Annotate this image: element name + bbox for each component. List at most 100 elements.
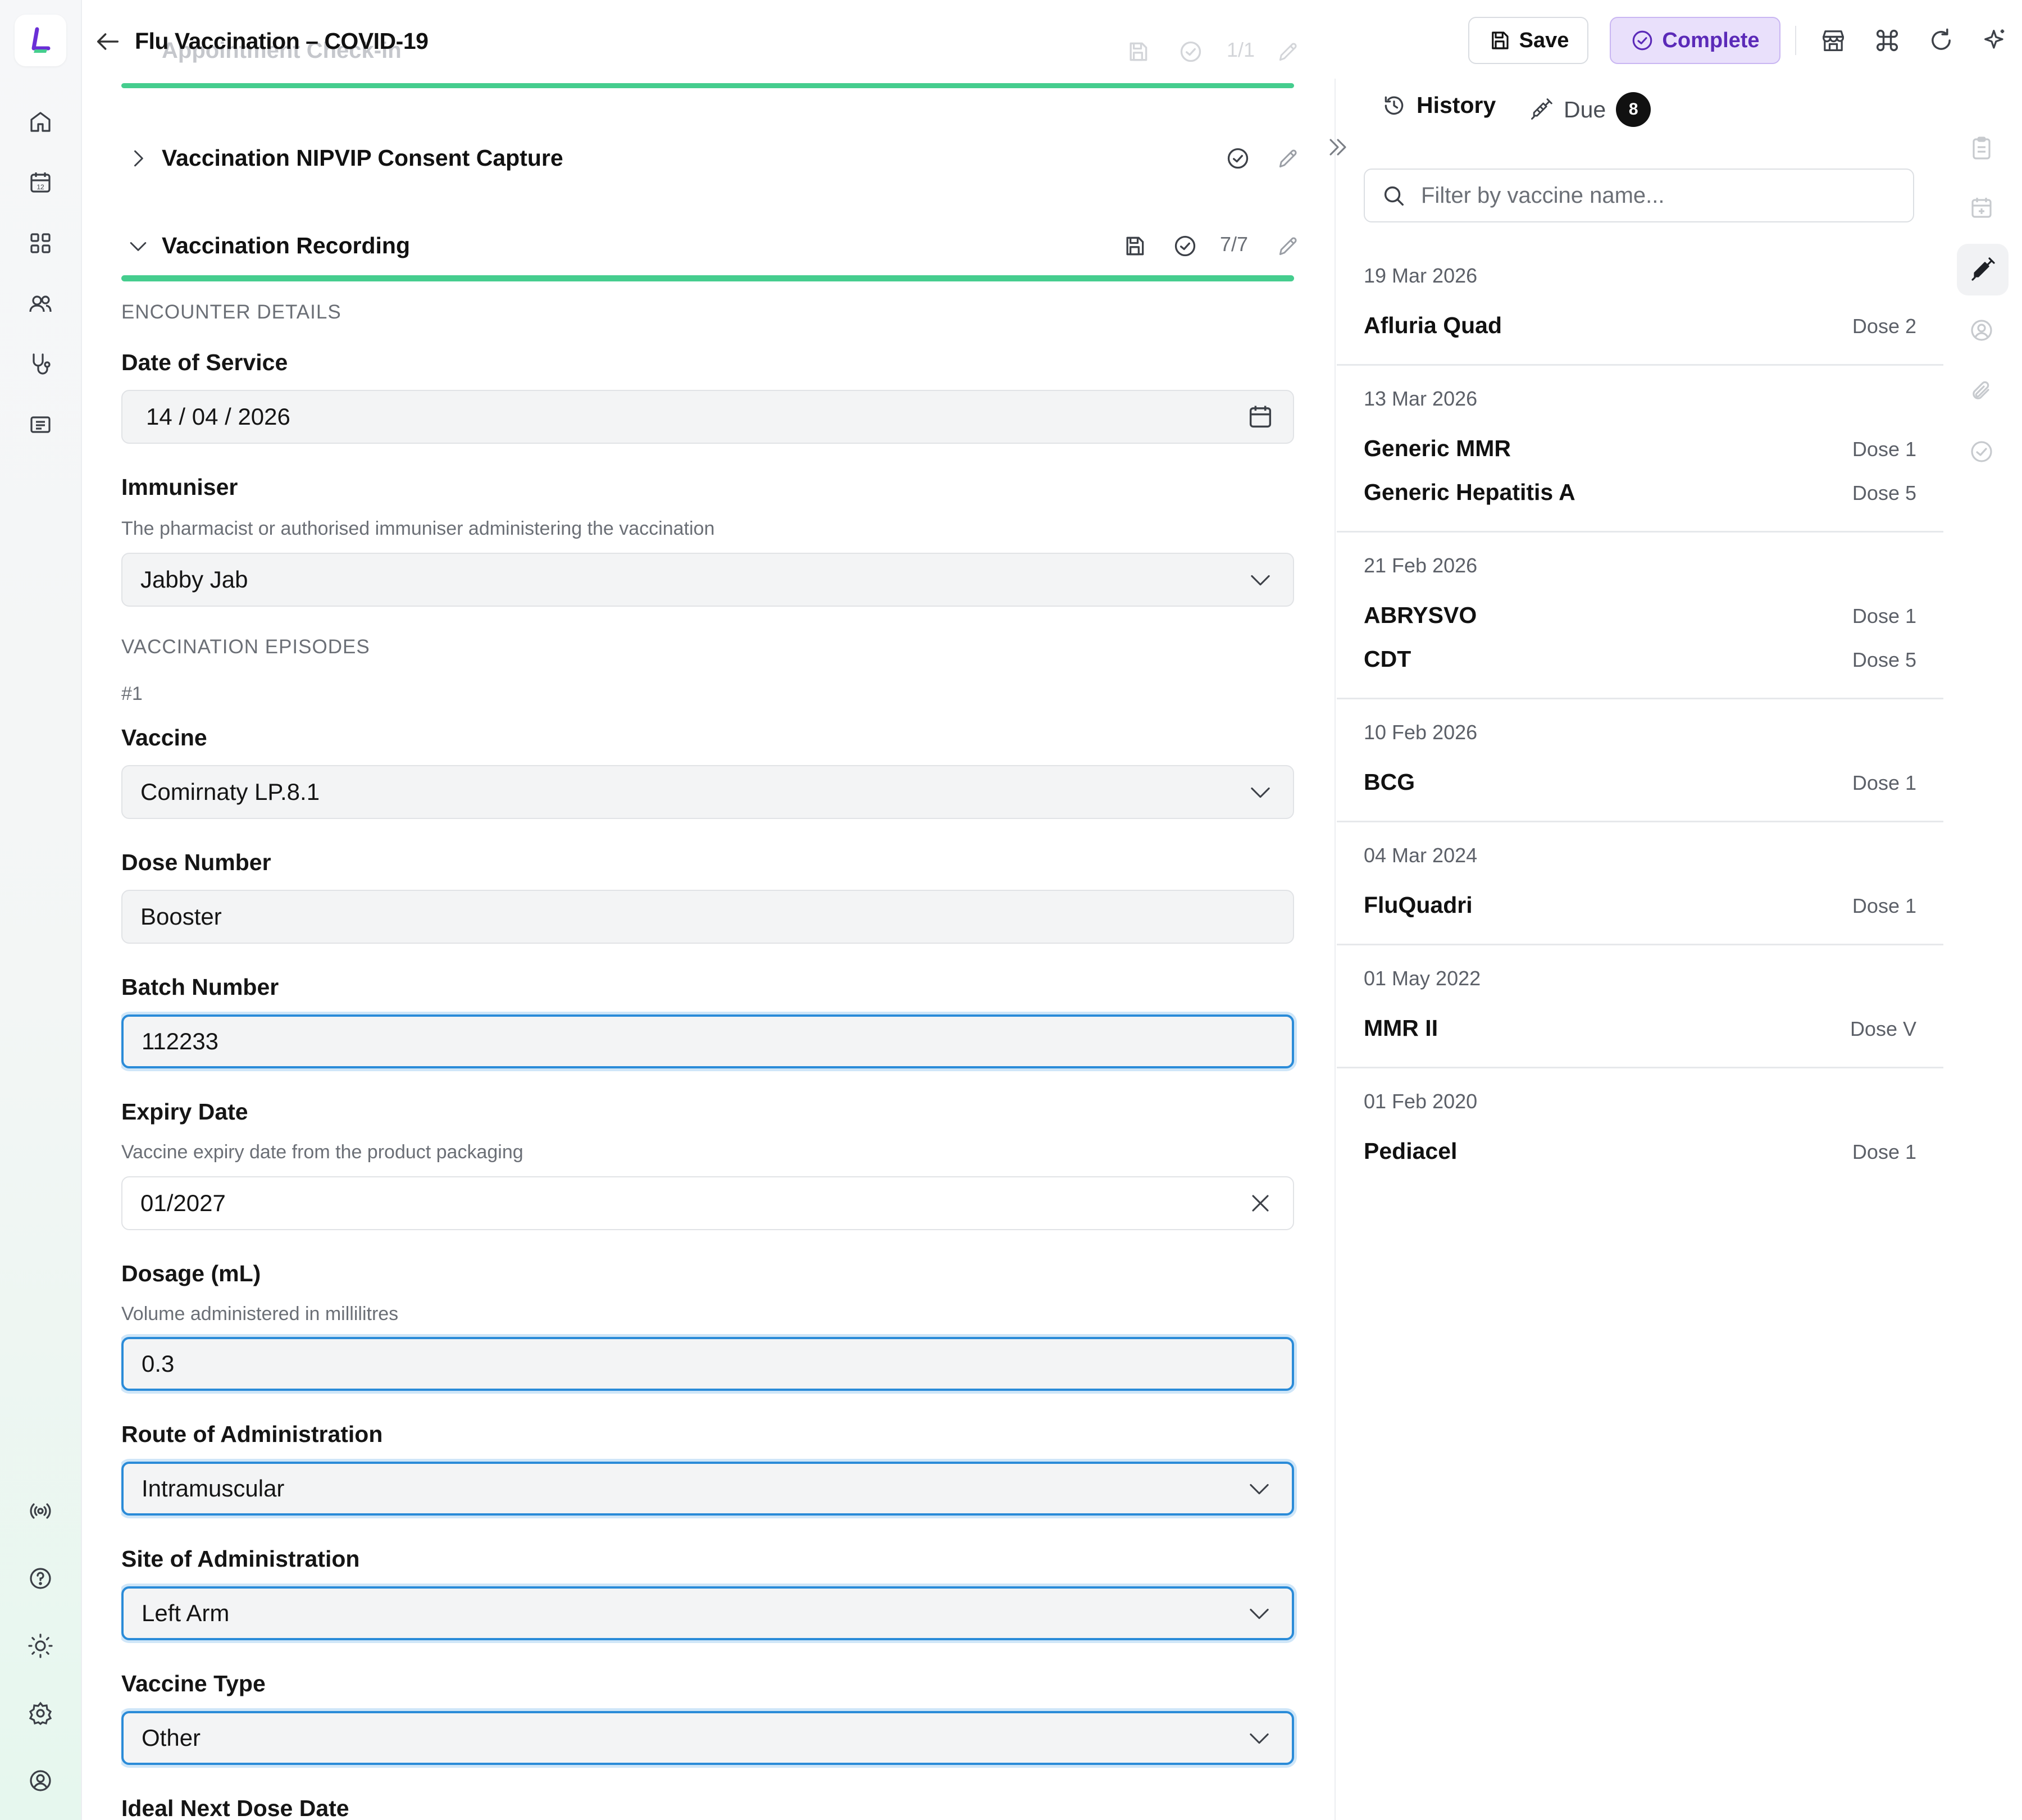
history-item[interactable]: BCG Dose 1: [1364, 769, 1916, 797]
check-circle-icon[interactable]: [1173, 234, 1197, 258]
expiry-date-value: 01/2027: [140, 1190, 226, 1216]
syringe-tab-active[interactable]: [1957, 244, 2009, 295]
search-icon: [1381, 183, 1406, 208]
history-item[interactable]: FluQuadri Dose 1: [1364, 892, 1916, 920]
chevron-right-icon[interactable]: [126, 146, 151, 171]
app-logo[interactable]: [15, 15, 66, 66]
dosage-input[interactable]: 0.3: [121, 1337, 1294, 1391]
dose-label: Dose 1: [1852, 438, 1916, 461]
history-item[interactable]: ABRYSVO Dose 1: [1364, 602, 1916, 630]
history-item[interactable]: CDT Dose 5: [1364, 646, 1916, 674]
vaccine-filter-input[interactable]: [1420, 182, 1897, 209]
store-icon[interactable]: [1819, 26, 1848, 55]
section-vaccination-recording[interactable]: Vaccination Recording 7/7: [121, 224, 1301, 269]
syringe-icon: [1529, 97, 1554, 122]
due-count-badge: 8: [1616, 92, 1651, 127]
route-label: Route of Administration: [121, 1421, 383, 1447]
dose-label: Dose 1: [1852, 771, 1916, 794]
pencil-icon[interactable]: [1276, 234, 1301, 258]
complete-label: Complete: [1662, 28, 1760, 52]
history-date: 01 Feb 2020: [1364, 1090, 1478, 1113]
history-item[interactable]: Afluria Quad Dose 2: [1364, 312, 1916, 340]
grid-icon[interactable]: [24, 226, 57, 260]
syringe-icon: [1969, 256, 1996, 283]
history-item[interactable]: Generic Hepatitis A Dose 5: [1364, 479, 1916, 507]
pencil-icon[interactable]: [1276, 39, 1301, 64]
chevron-down-icon[interactable]: [126, 234, 151, 258]
sun-icon[interactable]: [24, 1629, 57, 1663]
sparkle-icon[interactable]: [1980, 26, 2010, 55]
check-circle-icon[interactable]: [1968, 438, 1995, 465]
double-chevron-right-icon[interactable]: [1323, 133, 1352, 162]
help-icon[interactable]: [24, 1562, 57, 1595]
vaccine-type-select[interactable]: Other: [121, 1711, 1294, 1765]
group-label-episodes: VACCINATION EPISODES: [121, 636, 370, 658]
history-group: 21 Feb 2026 ABRYSVO Dose 1 CDT Dose 5: [1337, 554, 1943, 699]
check-circle-icon[interactable]: [1178, 39, 1203, 64]
immuniser-value: Jabby Jab: [140, 566, 248, 593]
calendar-plus-icon[interactable]: [1968, 194, 1995, 221]
route-value: Intramuscular: [142, 1475, 285, 1502]
tab-history[interactable]: History: [1382, 92, 1496, 119]
history-group: 01 May 2022 MMR II Dose V: [1337, 967, 1943, 1068]
calendar-icon[interactable]: [1246, 402, 1275, 431]
immuniser-select[interactable]: Jabby Jab: [121, 553, 1294, 607]
stethoscope-icon[interactable]: [24, 348, 57, 381]
section-progress-bar: [121, 83, 1294, 88]
history-item[interactable]: MMR II Dose V: [1364, 1015, 1916, 1043]
account-icon[interactable]: [24, 1764, 57, 1798]
dose-label: Dose 1: [1852, 604, 1916, 627]
batch-number-input[interactable]: 112233: [121, 1014, 1294, 1068]
batch-number-label: Batch Number: [121, 974, 279, 1000]
save-button[interactable]: Save: [1468, 17, 1588, 64]
chevron-down-icon: [1245, 1599, 1274, 1628]
back-arrow-icon[interactable]: [93, 27, 122, 56]
save-icon[interactable]: [1122, 234, 1147, 258]
vaccine-value: Comirnaty LP.8.1: [140, 779, 320, 805]
date-of-service-input[interactable]: 14 / 04 / 2026: [121, 390, 1294, 444]
clear-icon[interactable]: [1246, 1189, 1275, 1218]
refresh-icon[interactable]: [1927, 26, 1956, 55]
vaccine-name: Afluria Quad: [1364, 312, 1502, 338]
calendar-icon[interactable]: 12: [24, 166, 57, 199]
settings-icon[interactable]: [24, 1696, 57, 1730]
route-select[interactable]: Intramuscular: [121, 1462, 1294, 1516]
expiry-date-input[interactable]: 01/2027: [121, 1176, 1294, 1230]
user-circle-icon[interactable]: [1968, 317, 1995, 344]
section-count: 7/7: [1220, 233, 1249, 256]
floppy-icon: [1488, 29, 1511, 52]
users-icon[interactable]: [24, 287, 57, 321]
vaccine-type-label: Vaccine Type: [121, 1671, 266, 1696]
section-consent-capture[interactable]: Vaccination NIPVIP Consent Capture: [121, 136, 1301, 181]
dosage-help: Volume administered in millilitres: [121, 1303, 399, 1325]
history-item[interactable]: Generic MMR Dose 1: [1364, 435, 1916, 463]
dose-number-input[interactable]: Booster: [121, 890, 1294, 944]
section-count: 1/1: [1227, 38, 1255, 61]
vaccine-filter-field[interactable]: [1364, 169, 1914, 222]
dose-label: Dose 1: [1852, 894, 1916, 917]
history-icon: [1382, 93, 1406, 118]
save-label: Save: [1519, 28, 1569, 52]
tab-due[interactable]: Due 8: [1529, 92, 1651, 127]
complete-button[interactable]: Complete: [1610, 17, 1780, 64]
home-icon[interactable]: [24, 105, 57, 139]
save-icon[interactable]: [1126, 39, 1150, 64]
vaccine-name: Generic MMR: [1364, 435, 1511, 461]
vaccine-select[interactable]: Comirnaty LP.8.1: [121, 765, 1294, 819]
messages-icon[interactable]: [24, 408, 57, 442]
pencil-icon[interactable]: [1276, 146, 1301, 171]
check-circle-icon[interactable]: [1226, 146, 1250, 171]
history-item[interactable]: Pediacel Dose 1: [1364, 1138, 1916, 1166]
clipboard-icon[interactable]: [1968, 135, 1995, 162]
command-icon[interactable]: [1873, 26, 1902, 55]
history-group: 13 Mar 2026 Generic MMR Dose 1 Generic H…: [1337, 387, 1943, 533]
dose-number-value: Booster: [140, 903, 222, 930]
vaccine-name: FluQuadri: [1364, 892, 1473, 918]
paperclip-icon[interactable]: [1968, 377, 1995, 404]
broadcast-icon[interactable]: [24, 1494, 57, 1528]
history-date: 04 Mar 2024: [1364, 844, 1478, 867]
site-select[interactable]: Left Arm: [121, 1586, 1294, 1640]
immuniser-label: Immuniser: [121, 474, 238, 500]
left-nav-rail: 12: [0, 0, 82, 1820]
vaccine-name: CDT: [1364, 646, 1411, 672]
